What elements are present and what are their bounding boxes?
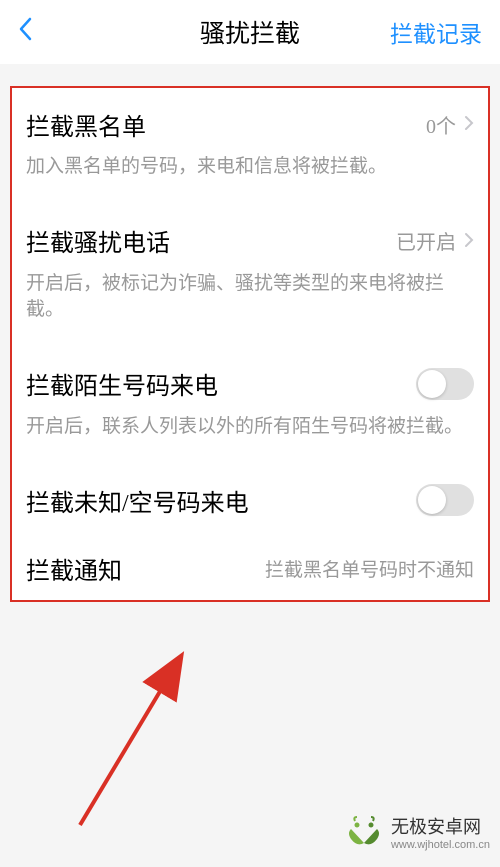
item-row: 拦截通知 拦截黑名单号码时不通知 (26, 550, 474, 586)
toggle-knob (418, 370, 446, 398)
watermark-url: www.wjhotel.com.cn (391, 839, 490, 851)
item-title: 拦截骚扰电话 (26, 223, 170, 258)
item-row: 拦截黑名单 0个 (26, 106, 474, 142)
stranger-item: 拦截陌生号码来电 开启后，联系人列表以外的所有陌生号码将被拦截。 (12, 348, 488, 465)
page-title: 骚扰拦截 (200, 14, 300, 50)
chevron-right-icon (464, 111, 474, 137)
item-desc: 开启后，被标记为诈骗、骚扰等类型的来电将被拦截。 (26, 271, 474, 334)
watermark-name: 无极安卓网 (391, 813, 490, 839)
item-value: 已开启 (396, 226, 456, 255)
item-title: 拦截陌生号码来电 (26, 366, 218, 401)
chevron-left-icon (18, 17, 32, 41)
item-title: 拦截通知 (26, 551, 122, 586)
item-desc: 开启后，联系人列表以外的所有陌生号码将被拦截。 (26, 414, 474, 451)
header: 骚扰拦截 拦截记录 (0, 0, 500, 64)
stranger-toggle[interactable] (416, 368, 474, 400)
settings-panel: 拦截黑名单 0个 加入黑名单的号码，来电和信息将被拦截。 拦截骚扰电话 已开启 … (10, 86, 490, 602)
watermark-logo-icon (343, 811, 385, 853)
back-button[interactable] (18, 15, 58, 49)
watermark: 无极安卓网 www.wjhotel.com.cn (343, 811, 490, 853)
item-row: 拦截未知/空号码来电 (26, 482, 474, 518)
item-title: 拦截未知/空号码来电 (26, 483, 249, 518)
toggle-knob (418, 486, 446, 514)
item-right: 0个 (426, 110, 474, 139)
item-right: 已开启 (396, 226, 474, 255)
harass-item[interactable]: 拦截骚扰电话 已开启 开启后，被标记为诈骗、骚扰等类型的来电将被拦截。 (12, 205, 488, 348)
item-row: 拦截陌生号码来电 (26, 366, 474, 402)
blacklist-item[interactable]: 拦截黑名单 0个 加入黑名单的号码，来电和信息将被拦截。 (12, 88, 488, 205)
records-button[interactable]: 拦截记录 (390, 15, 482, 49)
chevron-right-icon (464, 228, 474, 254)
item-title: 拦截黑名单 (26, 107, 146, 142)
unknown-item: 拦截未知/空号码来电 (12, 464, 488, 532)
watermark-text: 无极安卓网 www.wjhotel.com.cn (391, 813, 490, 851)
item-row: 拦截骚扰电话 已开启 (26, 223, 474, 259)
notify-item[interactable]: 拦截通知 拦截黑名单号码时不通知 (12, 532, 488, 600)
annotation-arrow (65, 640, 245, 840)
item-value: 拦截黑名单号码时不通知 (265, 555, 474, 582)
item-desc: 加入黑名单的号码，来电和信息将被拦截。 (26, 154, 474, 191)
unknown-toggle[interactable] (416, 484, 474, 516)
item-value: 0个 (426, 110, 456, 139)
